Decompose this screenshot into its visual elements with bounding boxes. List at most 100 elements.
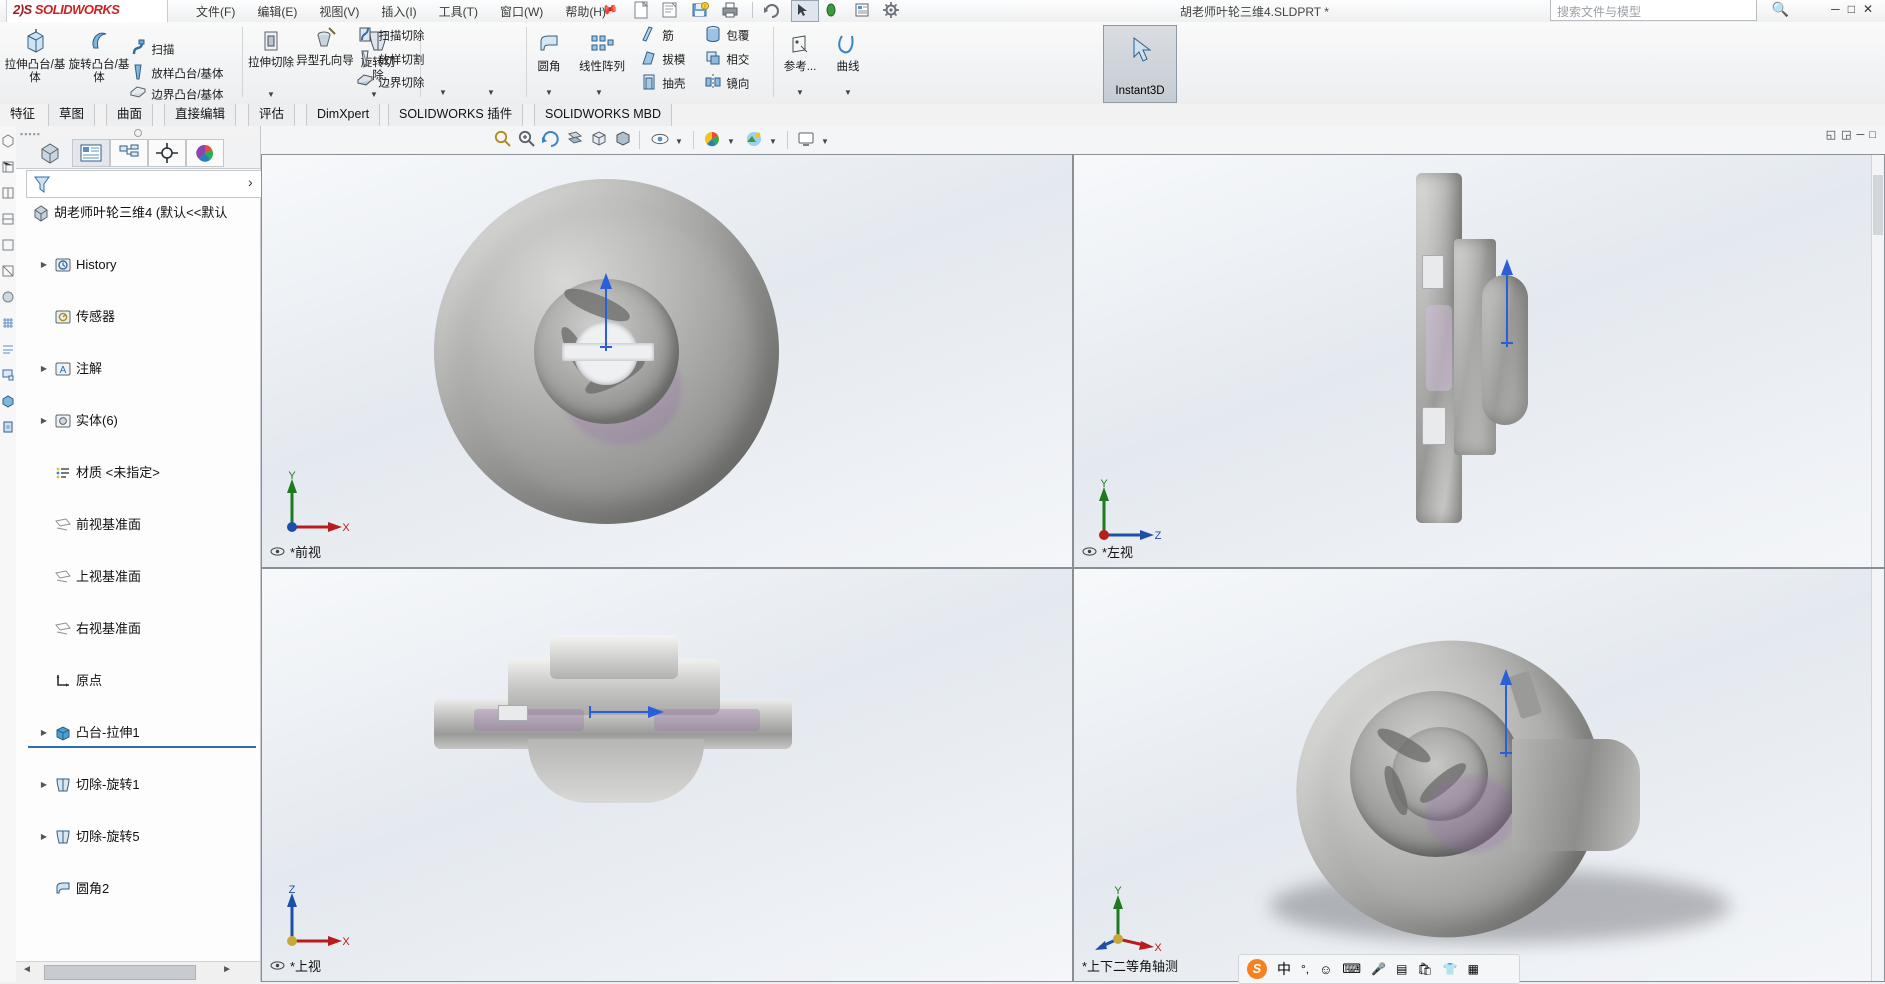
instant3d-handle-arrow[interactable]: [1490, 251, 1524, 351]
ime-store-icon[interactable]: 🛍: [1417, 962, 1432, 976]
rib-button[interactable]: 筋: [639, 24, 674, 48]
draft-button[interactable]: 拔模: [639, 48, 685, 72]
viewport-icon[interactable]: [1, 368, 15, 384]
tree-item-fillet2[interactable]: 圆角2: [16, 876, 260, 900]
extrude-cut-button[interactable]: 拉伸切除 ▼: [247, 28, 295, 99]
tab-solidworks-addins[interactable]: SOLIDWORKS 插件: [388, 104, 524, 126]
dimxpert-manager-tab[interactable]: [148, 139, 186, 167]
chevron-down-icon[interactable]: ▼: [595, 88, 603, 97]
sweep-cut-button[interactable]: 扫描切除: [355, 24, 424, 48]
menu-item-window[interactable]: 窗口(W): [489, 1, 554, 20]
tree-item-top-plane[interactable]: 上视基准面: [16, 564, 260, 590]
chevron-down-icon[interactable]: ▼: [844, 88, 852, 97]
tab-dimxpert[interactable]: DimXpert: [306, 104, 381, 126]
tree-item-material[interactable]: 材质 <未指定>: [16, 460, 260, 486]
panel-expand-toggle[interactable]: ›: [248, 174, 253, 190]
chevron-down-icon[interactable]: ▼: [439, 88, 447, 97]
previous-view-icon[interactable]: [541, 129, 561, 151]
viewport-left[interactable]: Y Z *左视: [1073, 154, 1885, 568]
tree-item-annotations[interactable]: ▶ A 注解: [16, 356, 260, 382]
menu-item-edit[interactable]: 编辑(E): [246, 1, 308, 20]
view-settings-dropdown-icon[interactable]: ▼: [821, 129, 829, 151]
ime-voice-icon[interactable]: 🎤: [1371, 962, 1386, 976]
grid-icon[interactable]: [1, 316, 15, 332]
instant3d-handle-arrow[interactable]: [584, 265, 628, 355]
sweep-button[interactable]: 扫描: [128, 38, 174, 62]
hole-wizard-button[interactable]: 异型孔向导: [296, 26, 354, 68]
hide-show-dropdown-icon[interactable]: ▼: [675, 129, 683, 151]
doc-minimize-icon[interactable]: ─: [1857, 129, 1870, 141]
section-view-icon[interactable]: [565, 129, 585, 151]
search-input[interactable]: 搜索文件与模型: [1550, 0, 1757, 21]
tab-evaluate[interactable]: 评估: [248, 104, 296, 126]
ime-language-toggle[interactable]: 中: [1277, 959, 1291, 979]
revolve-boss-button[interactable]: 旋转凸台/基体: [68, 28, 130, 85]
scroll-right-arrow-icon[interactable]: ►: [222, 964, 232, 975]
tree-item-solid-bodies[interactable]: ▶ 实体(6): [16, 408, 260, 434]
menu-bar[interactable]: 文件(F) 编辑(E) 视图(V) 插入(I) 工具(T) 窗口(W) 帮助(H): [185, 1, 617, 21]
property-manager-tab[interactable]: [72, 139, 110, 167]
search-icon[interactable]: 🔍: [1772, 1, 1789, 18]
display-style-icon[interactable]: [613, 129, 633, 151]
doc-restore-right-icon[interactable]: ◲: [1841, 129, 1856, 141]
tree-item-sensors[interactable]: 传感器: [16, 304, 260, 330]
viewport-trimetric[interactable]: Y X *上下二等角轴测: [1073, 568, 1885, 982]
new-document-icon[interactable]: [630, 0, 656, 20]
undo-icon[interactable]: [762, 0, 788, 20]
tab-direct-editing[interactable]: 直接编辑: [164, 104, 237, 126]
tree-item-root[interactable]: 胡老师叶轮三维4 (默认<<默认: [16, 200, 260, 226]
view-cube-icon[interactable]: [1, 186, 15, 202]
chevron-down-icon[interactable]: ▼: [267, 90, 275, 99]
section-icon[interactable]: [1, 342, 15, 358]
options-gear-icon[interactable]: [881, 0, 907, 20]
ime-panel-icon[interactable]: ▤: [1396, 962, 1407, 976]
instant3d-handle-arrow[interactable]: [1486, 661, 1526, 761]
tree-item-origin[interactable]: 原点: [16, 668, 260, 694]
panel-collapse-handle[interactable]: [134, 129, 142, 137]
shell-button[interactable]: 抽壳: [639, 72, 685, 96]
zoom-to-area-icon[interactable]: [517, 129, 537, 151]
chevron-down-icon[interactable]: ▼: [487, 88, 495, 97]
scrollbar-thumb[interactable]: [44, 965, 196, 980]
reference-geometry-button[interactable]: 参考...: [774, 32, 826, 74]
curves-button[interactable]: 曲线: [824, 32, 872, 74]
tree-item-cut-revolve1[interactable]: ▶ 切除-旋转1: [16, 772, 260, 798]
mirror-button[interactable]: 镜向: [703, 72, 749, 96]
menu-item-tools[interactable]: 工具(T): [428, 1, 489, 20]
ime-punctuation-icon[interactable]: °,: [1301, 962, 1309, 976]
fillet-button[interactable]: 圆角: [527, 32, 571, 74]
doc-restore-left-icon[interactable]: ◱: [1826, 129, 1841, 141]
viewport-scrollbar[interactable]: [1871, 155, 1884, 567]
feature-tree-filter-input[interactable]: [26, 170, 262, 198]
view-orientation-icon[interactable]: [589, 129, 609, 151]
window-controls[interactable]: ─□✕: [1831, 2, 1881, 16]
view-cube-icon[interactable]: [1, 134, 15, 150]
view-cube-icon[interactable]: [1, 264, 15, 280]
tree-item-right-plane[interactable]: 右视基准面: [16, 616, 260, 642]
viewport-scrollbar[interactable]: [1871, 569, 1884, 981]
ime-emoji-icon[interactable]: ☺: [1319, 962, 1332, 977]
feature-tree[interactable]: 胡老师叶轮三维4 (默认<<默认 ▶ History 传感器 ▶ A 注解 ▶ …: [16, 200, 260, 900]
rollback-bar[interactable]: [28, 746, 256, 748]
tree-item-history[interactable]: ▶ History: [16, 252, 260, 278]
configuration-manager-tab[interactable]: [110, 139, 148, 167]
scene-icon[interactable]: [1, 420, 15, 436]
shaded-sphere-icon[interactable]: [1, 290, 15, 306]
tab-solidworks-mbd[interactable]: SOLIDWORKS MBD: [534, 104, 672, 126]
boundary-cut-button[interactable]: 边界切除: [355, 72, 424, 96]
sogou-s-icon[interactable]: S: [1247, 959, 1267, 979]
view-cube-icon[interactable]: [1, 160, 15, 176]
heads-up-view-toolbar[interactable]: ▼ ▼ ▼ ▼ ◱◲─□: [261, 126, 1885, 155]
open-folder-icon[interactable]: [659, 0, 685, 20]
select-arrow-icon[interactable]: [791, 0, 820, 22]
chevron-right-icon[interactable]: ▶: [38, 356, 50, 382]
feature-manager-tabs[interactable]: [16, 137, 260, 169]
apply-scene-icon[interactable]: [743, 129, 765, 151]
display-manager-tab[interactable]: [186, 139, 224, 167]
extrude-boss-button[interactable]: 拉伸凸台/基体: [4, 28, 66, 85]
window-minimize-button[interactable]: ─: [1831, 2, 1848, 16]
feature-tree-scrollbar[interactable]: ◄ ►: [16, 961, 260, 982]
hide-show-items-icon[interactable]: [649, 129, 671, 151]
view-settings-icon[interactable]: [795, 129, 817, 151]
linear-pattern-button[interactable]: 线性阵列: [571, 32, 633, 74]
